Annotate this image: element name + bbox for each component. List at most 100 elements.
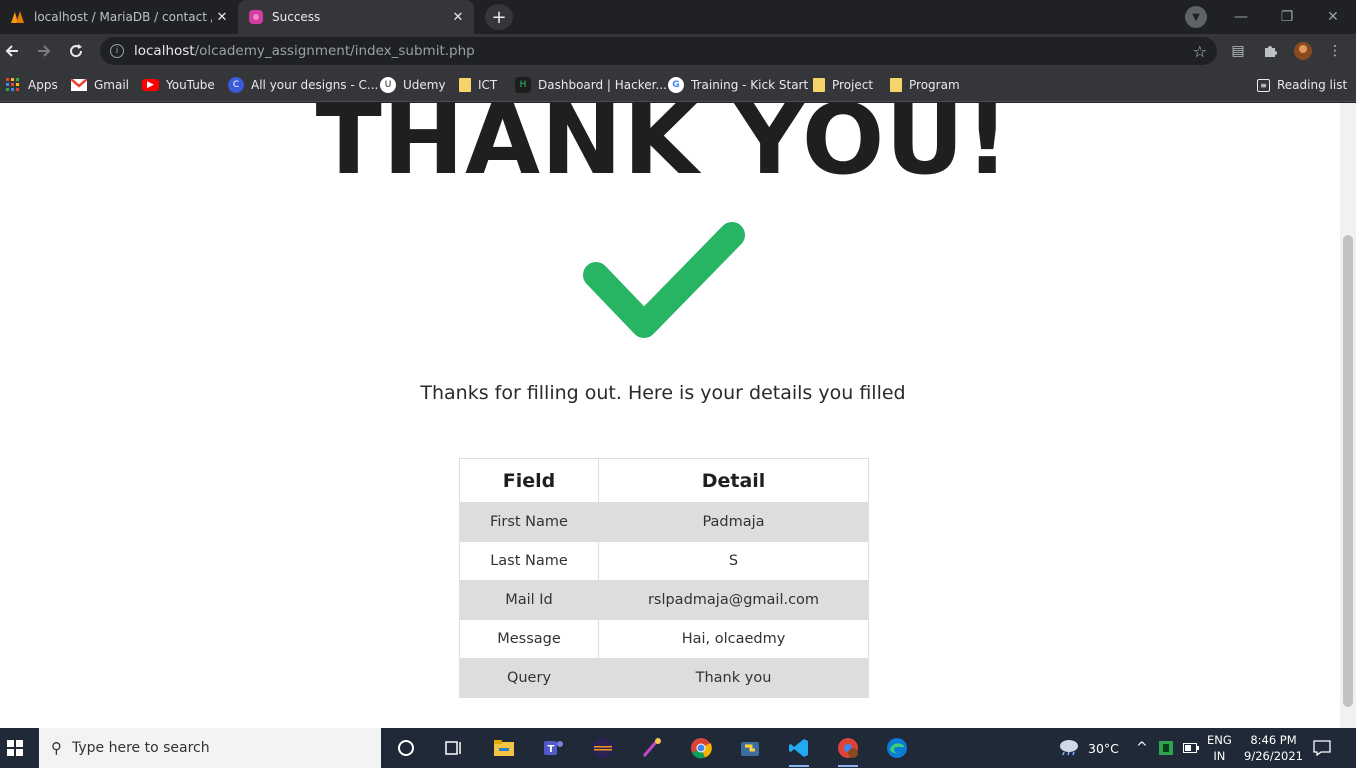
canva-icon: C	[228, 77, 244, 93]
bookmark-canva[interactable]: C All your designs - C...	[228, 76, 378, 94]
paint-brush-icon[interactable]	[638, 734, 666, 762]
bookmark-label: Program	[909, 78, 960, 92]
back-icon[interactable]	[0, 39, 24, 63]
tab-close-icon[interactable]: ✕	[212, 7, 232, 27]
field-cell: Mail Id	[459, 580, 599, 620]
forward-icon[interactable]	[32, 39, 56, 63]
gmail-icon	[71, 77, 87, 93]
table-row: Mail Id rslpadmaja@gmail.com	[459, 580, 869, 620]
table-row: Message Hai, olcaedmy	[459, 619, 869, 659]
vscode-icon[interactable]	[785, 734, 813, 767]
bookmark-apps[interactable]: Apps	[5, 76, 58, 94]
bookmark-udemy[interactable]: U Udemy	[380, 76, 446, 94]
details-table: Field Detail First Name Padmaja Last Nam…	[459, 458, 869, 698]
field-cell: Query	[459, 658, 599, 698]
bookmark-ict[interactable]: ICT	[459, 76, 497, 94]
battery-icon[interactable]	[1183, 728, 1199, 768]
weather-cloud-icon	[1058, 738, 1080, 759]
detail-cell: rslpadmaja@gmail.com	[598, 580, 869, 620]
tab-search-icon[interactable]: ▼	[1185, 6, 1207, 28]
start-button[interactable]	[0, 728, 30, 768]
bookmarks-bar: Apps Gmail ▶ YouTube C All your designs …	[0, 68, 1356, 102]
folder-icon	[890, 78, 902, 92]
table-header-row: Field Detail	[459, 458, 869, 503]
column-header-field: Field	[459, 458, 599, 503]
checkmark-icon	[583, 222, 745, 338]
profile-avatar[interactable]	[1293, 41, 1313, 61]
reading-mode-icon[interactable]: ▤	[1228, 41, 1248, 61]
detail-cell: Thank you	[598, 658, 869, 698]
browser-toolbar: i localhost/olcademy_assignment/index_su…	[0, 34, 1356, 68]
bookmark-program[interactable]: Program	[890, 76, 960, 94]
teams-icon[interactable]: T	[540, 734, 568, 762]
folder-icon	[459, 78, 471, 92]
language-indicator[interactable]: ENG IN	[1207, 728, 1232, 768]
notification-icon[interactable]	[1313, 728, 1331, 768]
folder-icon	[813, 78, 825, 92]
page-title: THANK YOU!	[315, 103, 1011, 196]
table-row: Last Name S	[459, 541, 869, 581]
cortana-icon[interactable]	[392, 734, 420, 762]
python-icon[interactable]	[736, 734, 764, 762]
scrollbar-thumb[interactable]	[1343, 235, 1353, 707]
tab-title: localhost / MariaDB / contact / d	[34, 10, 212, 24]
tab-title: Success	[272, 10, 321, 24]
weather-widget[interactable]: 30°C	[1058, 728, 1119, 768]
bookmark-hackerrank[interactable]: H Dashboard | Hacker...	[515, 76, 667, 94]
site-favicon	[248, 9, 264, 25]
minimize-icon[interactable]: —	[1218, 0, 1264, 34]
reload-icon[interactable]	[64, 39, 88, 63]
svg-text:T: T	[548, 744, 555, 755]
bookmark-label: Dashboard | Hacker...	[538, 78, 667, 92]
detail-cell: S	[598, 541, 869, 581]
reading-list-button[interactable]: ≡ Reading list	[1257, 76, 1347, 94]
tab-close-icon[interactable]: ✕	[448, 7, 468, 27]
site-info-icon[interactable]: i	[110, 44, 124, 58]
url-host: localhost	[134, 43, 195, 59]
field-cell: Last Name	[459, 541, 599, 581]
file-explorer-icon[interactable]	[490, 734, 518, 762]
clock[interactable]: 8:46 PM 9/26/2021	[1244, 728, 1303, 768]
table-row: Query Thank you	[459, 658, 869, 698]
bookmark-label: ICT	[478, 78, 498, 92]
bookmark-star-icon[interactable]: ☆	[1193, 42, 1207, 61]
confirmation-message: Thanks for filling out. Here is your det…	[420, 382, 906, 404]
restore-icon[interactable]: ❐	[1264, 0, 1310, 34]
eclipse-icon[interactable]	[589, 734, 617, 762]
weather-temp: 30°C	[1088, 740, 1119, 756]
task-view-icon[interactable]	[440, 734, 468, 762]
extensions-icon[interactable]	[1260, 41, 1280, 61]
windows-taskbar: ⚲ Type here to search T 30°C ^ ENG IN 8:…	[0, 728, 1356, 768]
bookmark-label: All your designs - C...	[251, 78, 379, 92]
bookmark-label: Training - Kick Start	[691, 78, 809, 92]
bookmark-label: Apps	[28, 78, 58, 92]
address-bar[interactable]: i localhost/olcademy_assignment/index_su…	[100, 37, 1217, 65]
tab-strip: localhost / MariaDB / contact / d ✕ Succ…	[0, 0, 1356, 34]
tray-chevron-icon[interactable]: ^	[1136, 728, 1148, 768]
taskbar-search[interactable]: ⚲ Type here to search	[39, 728, 381, 768]
bookmark-gmail[interactable]: Gmail	[71, 76, 129, 94]
language-code: ENG	[1207, 733, 1232, 747]
edge-icon[interactable]	[883, 734, 911, 762]
page-content: THANK YOU! Thanks for filling out. Here …	[0, 103, 1340, 728]
menu-kebab-icon[interactable]: ⋮	[1325, 41, 1345, 61]
bookmark-label: YouTube	[166, 78, 215, 92]
new-tab-button[interactable]: +	[485, 4, 513, 30]
udemy-icon: U	[380, 77, 396, 93]
chrome-profile-icon[interactable]	[834, 734, 862, 767]
bookmark-youtube[interactable]: ▶ YouTube	[142, 76, 215, 94]
apps-grid-icon	[5, 77, 21, 93]
detail-cell: Padmaja	[598, 502, 869, 542]
tab-phpmyadmin[interactable]: localhost / MariaDB / contact / d ✕	[0, 0, 238, 34]
reading-list-icon: ≡	[1257, 78, 1270, 92]
detail-cell: Hai, olcaedmy	[598, 619, 869, 659]
bookmark-label: Project	[832, 78, 874, 92]
bookmark-label: Udemy	[403, 78, 446, 92]
field-cell: Message	[459, 619, 599, 659]
tray-app-icon[interactable]	[1158, 728, 1174, 768]
close-window-icon[interactable]: ✕	[1310, 0, 1356, 34]
bookmark-project[interactable]: Project	[813, 76, 873, 94]
chrome-icon[interactable]	[687, 734, 715, 762]
tab-success[interactable]: Success ✕	[238, 0, 474, 34]
bookmark-kickstart[interactable]: G Training - Kick Start	[668, 76, 808, 94]
